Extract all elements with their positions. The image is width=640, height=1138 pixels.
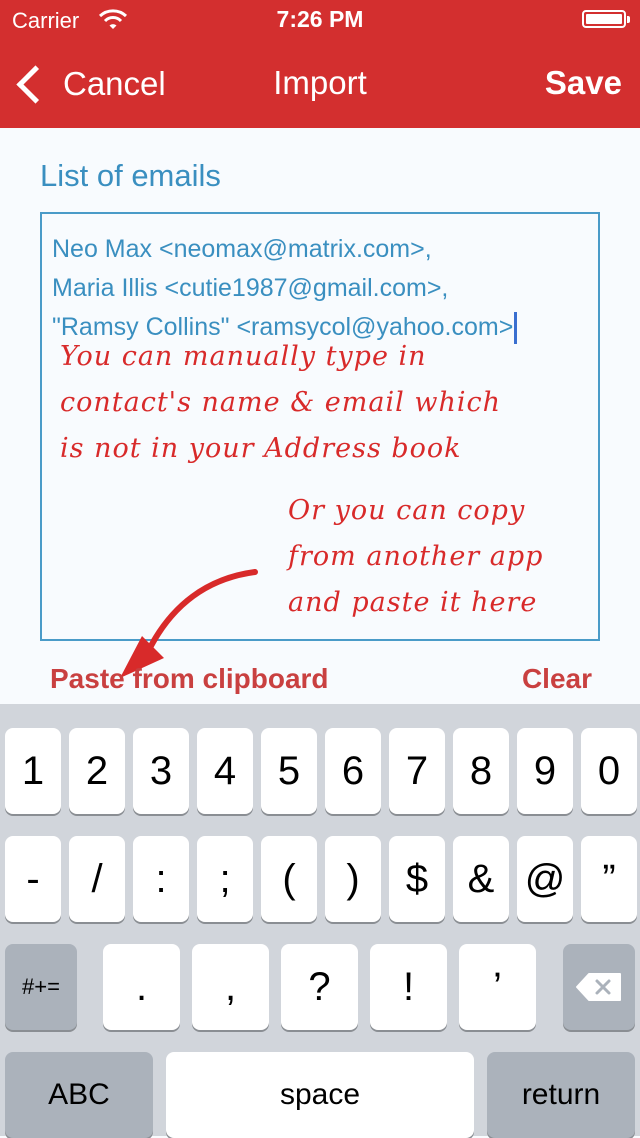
key-ampersand[interactable]: & <box>453 836 509 922</box>
key-5[interactable]: 5 <box>261 728 317 814</box>
key-8[interactable]: 8 <box>453 728 509 814</box>
navigation-bar: Carrier 7:26 PM Cancel Import Save <box>0 0 640 128</box>
key-hyphen[interactable]: - <box>5 836 61 922</box>
key-2[interactable]: 2 <box>69 728 125 814</box>
annotation-text-secondary: Or you can copy from another app and pas… <box>288 495 544 618</box>
key-period[interactable]: . <box>103 944 180 1030</box>
import-form: List of emails Neo Max <neomax@matrix.co… <box>0 128 640 704</box>
space-key[interactable]: space <box>166 1052 474 1138</box>
key-dollar[interactable]: $ <box>389 836 445 922</box>
paste-from-clipboard-button[interactable]: Paste from clipboard <box>50 663 329 695</box>
abc-key[interactable]: ABC <box>5 1052 153 1138</box>
text-caret <box>514 312 518 345</box>
key-3[interactable]: 3 <box>133 728 189 814</box>
key-comma[interactable]: , <box>192 944 269 1030</box>
key-colon[interactable]: : <box>133 836 189 922</box>
emails-text: Neo Max <neomax@matrix.com>, Maria Illis… <box>52 230 518 347</box>
key-open-paren[interactable]: ( <box>261 836 317 922</box>
backspace-icon <box>576 973 621 1001</box>
emails-label: List of emails <box>40 158 221 193</box>
emails-value: Neo Max <neomax@matrix.com>, Maria Illis… <box>52 235 514 341</box>
key-6[interactable]: 6 <box>325 728 381 814</box>
keyboard: 1 2 3 4 5 6 7 8 9 0 - / : ; ( ) $ & @ ” … <box>0 704 640 1138</box>
key-1[interactable]: 1 <box>5 728 61 814</box>
key-semicolon[interactable]: ; <box>197 836 253 922</box>
key-7[interactable]: 7 <box>389 728 445 814</box>
key-slash[interactable]: / <box>69 836 125 922</box>
symbols-mode-key[interactable]: #+= <box>5 944 77 1030</box>
status-time: 7:26 PM <box>276 6 364 32</box>
battery-icon <box>582 10 630 28</box>
annotation-note-primary: You can manually type in contact's name … <box>60 334 501 472</box>
key-exclamation[interactable]: ! <box>370 944 447 1030</box>
return-key[interactable]: return <box>487 1052 635 1138</box>
annotation-note-secondary: Or you can copy from another app and pas… <box>288 488 543 626</box>
key-at[interactable]: @ <box>517 836 573 922</box>
save-button[interactable]: Save <box>545 64 622 102</box>
key-close-paren[interactable]: ) <box>325 836 381 922</box>
annotation-text-primary: You can manually type in contact's name … <box>60 341 501 464</box>
status-bar: Carrier 7:26 PM <box>0 0 640 40</box>
clear-button[interactable]: Clear <box>522 663 592 695</box>
key-0[interactable]: 0 <box>581 728 637 814</box>
key-quote[interactable]: ” <box>581 836 637 922</box>
key-9[interactable]: 9 <box>517 728 573 814</box>
key-question[interactable]: ? <box>281 944 358 1030</box>
key-4[interactable]: 4 <box>197 728 253 814</box>
key-apostrophe[interactable]: ’ <box>459 944 536 1030</box>
backspace-key[interactable] <box>563 944 635 1030</box>
